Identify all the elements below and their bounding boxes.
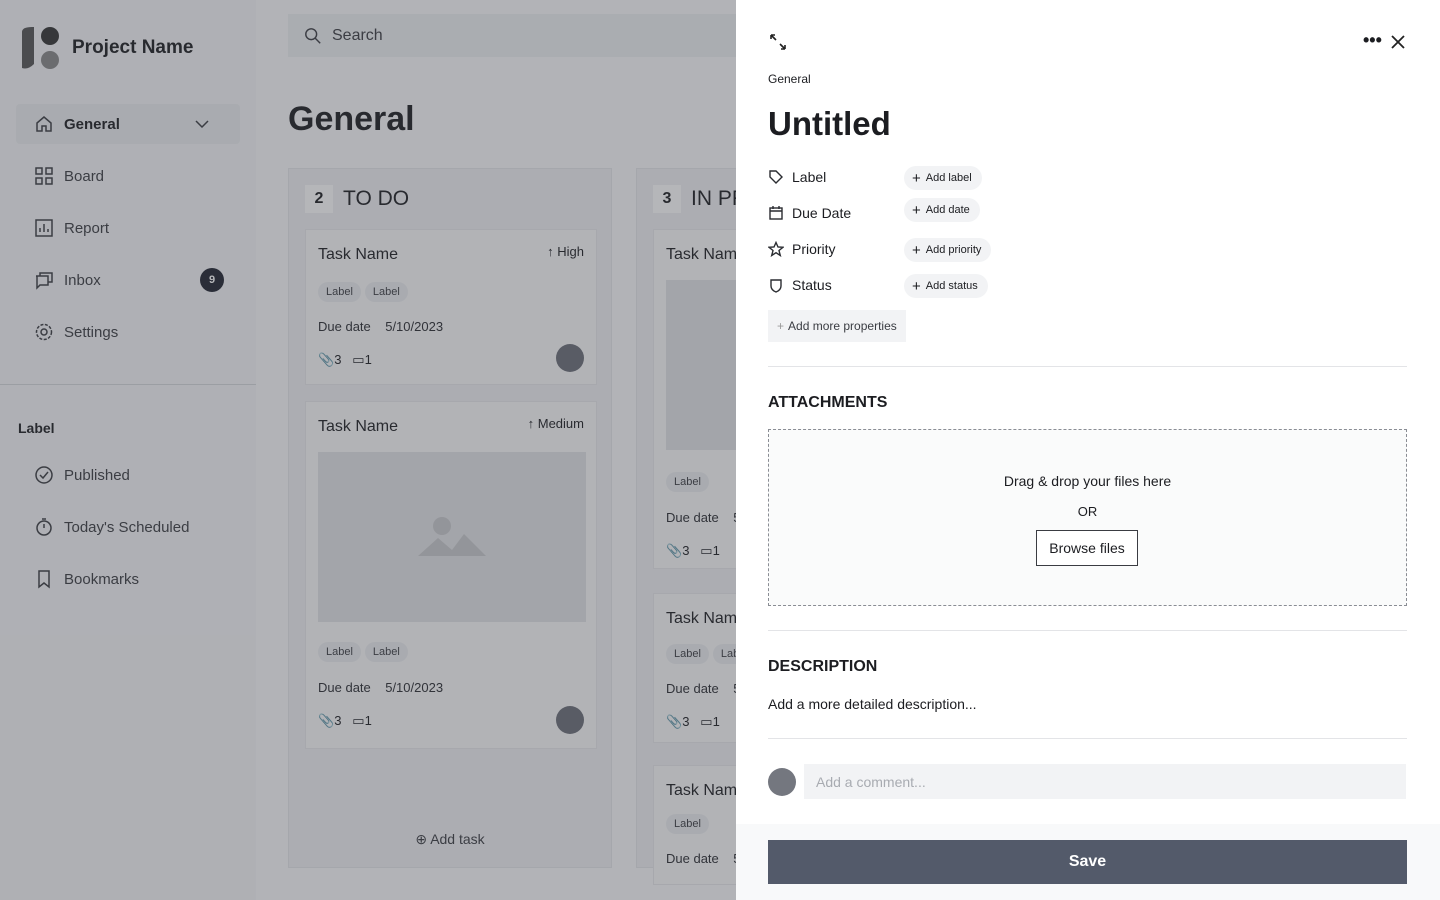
add-more-properties-button[interactable]: + Add more properties <box>768 310 906 342</box>
save-button[interactable]: Save <box>768 840 1407 884</box>
divider <box>768 738 1407 739</box>
tag-icon <box>769 170 783 184</box>
plus-icon: + <box>777 319 785 333</box>
or-text: OR <box>1077 504 1098 519</box>
plus-icon: + <box>912 277 921 295</box>
property-priority: Priority <box>768 241 836 257</box>
add-status-button[interactable]: + Add status <box>904 274 988 298</box>
description-input[interactable]: Add a more detailed description... <box>768 696 977 712</box>
property-name: Label <box>792 169 827 185</box>
avatar <box>768 768 796 796</box>
breadcrumb[interactable]: General <box>768 72 811 86</box>
modal-backdrop[interactable] <box>0 0 736 900</box>
divider <box>768 366 1407 367</box>
shield-icon <box>770 279 782 293</box>
property-name: Priority <box>792 241 836 257</box>
divider <box>768 630 1407 631</box>
browse-files-button[interactable]: Browse files <box>1036 530 1138 566</box>
property-name: Due Date <box>792 205 852 221</box>
description-title: DESCRIPTION <box>768 658 878 675</box>
property-due-date: Due Date <box>768 205 851 221</box>
add-label-button[interactable]: + Add label <box>904 166 982 190</box>
expand-icon[interactable] <box>768 32 788 52</box>
button-label: Add more properties <box>788 319 897 333</box>
button-label: Add priority <box>925 244 982 256</box>
file-drop-zone[interactable]: Drag & drop your files here OR Browse fi… <box>768 429 1407 606</box>
star-icon <box>768 241 784 257</box>
calendar-icon <box>769 206 783 220</box>
plus-icon: + <box>912 201 921 219</box>
property-status: Status <box>768 277 832 293</box>
button-label: Add date <box>925 204 970 216</box>
attachments-title: ATTACHMENTS <box>768 394 888 411</box>
close-icon[interactable] <box>1389 33 1407 51</box>
button-label: Add status <box>925 280 978 292</box>
button-label: Add label <box>925 172 972 184</box>
plus-icon: + <box>912 169 921 187</box>
add-date-button[interactable]: + Add date <box>904 198 980 222</box>
task-title[interactable]: Untitled <box>768 105 891 143</box>
property-name: Status <box>792 277 832 293</box>
comment-input[interactable]: Add a comment... <box>804 764 1406 799</box>
add-priority-button[interactable]: + Add priority <box>904 238 992 262</box>
more-options-icon[interactable]: ••• <box>1363 30 1382 51</box>
plus-icon: + <box>912 241 921 259</box>
property-label: Label <box>768 169 826 185</box>
drop-text: Drag & drop your files here <box>1003 473 1172 489</box>
